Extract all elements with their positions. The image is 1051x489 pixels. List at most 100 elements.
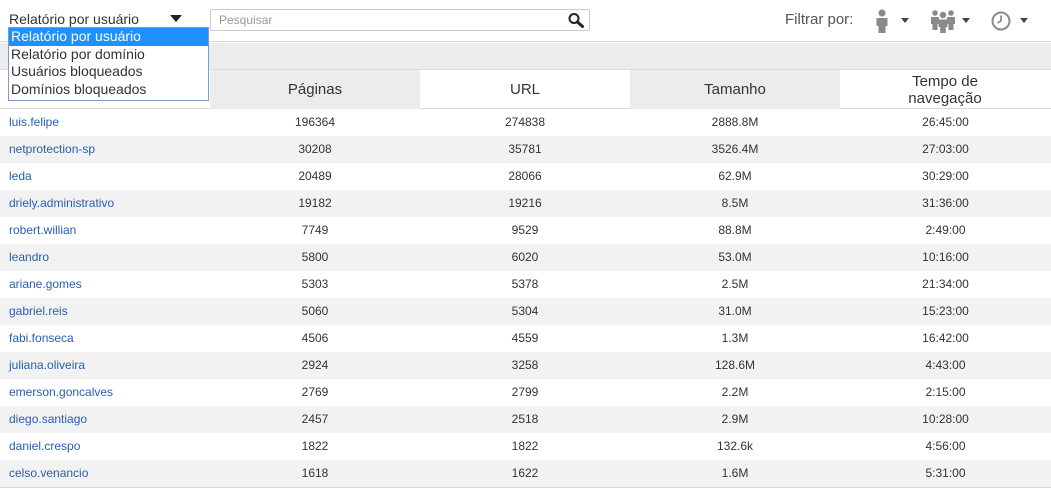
report-type-dropdown: Relatório por usuário Relatório por domí… [8, 27, 209, 101]
url-cell: 35781 [508, 142, 542, 156]
column-header-tamanho[interactable]: Tamanho [630, 70, 840, 109]
tempo-cell: 10:28:00 [922, 412, 969, 426]
paginas-cell: 196364 [294, 115, 336, 129]
table-row: gabriel.reis 5060 5304 31.0M 15:23:00 [0, 298, 1051, 325]
caret-down-icon [901, 18, 909, 23]
search-input[interactable] [211, 10, 561, 30]
user-link[interactable]: robert.willian [0, 217, 210, 244]
tempo-cell: 16:42:00 [922, 331, 969, 345]
url-cell: 2518 [511, 412, 539, 426]
dropdown-option-blocked-users[interactable]: Usuários bloqueados [9, 63, 208, 81]
tamanho-cell: 132.6k [716, 439, 754, 453]
paginas-cell: 20489 [298, 169, 332, 183]
user-link[interactable]: leandro [0, 244, 210, 271]
user-link[interactable]: diego.santiago [0, 406, 210, 433]
group-icon [931, 10, 955, 33]
url-cell: 274838 [504, 115, 546, 129]
tempo-cell: 4:56:00 [925, 439, 966, 453]
user-link[interactable]: juliana.oliveira [0, 352, 210, 379]
tamanho-cell: 2.2M [721, 385, 749, 399]
table-row: ariane.gomes 5303 5378 2.5M 21:34:00 [0, 271, 1051, 298]
paginas-cell: 2457 [301, 412, 329, 426]
column-header-tempo[interactable]: Tempo de navegação [880, 70, 1010, 109]
paginas-cell: 5060 [301, 304, 329, 318]
table-row: fabi.fonseca 4506 4559 1.3M 16:42:00 [0, 325, 1051, 352]
report-type-select[interactable]: Relatório por usuário [9, 10, 189, 28]
tamanho-cell: 2.9M [721, 412, 749, 426]
url-cell: 4559 [511, 331, 539, 345]
table-row: netprotection-sp 30208 35781 3526.4M 27:03:0… [0, 136, 1051, 163]
tamanho-cell: 88.8M [718, 223, 752, 237]
table-row: leda 20489 28066 62.9M 30:29:00 [0, 163, 1051, 190]
dropdown-option-blocked-domains[interactable]: Domínios bloqueados [9, 81, 208, 99]
url-cell: 19216 [508, 196, 542, 210]
tamanho-cell: 128.6M [714, 358, 756, 372]
url-cell: 9529 [511, 223, 539, 237]
user-link[interactable]: celso.venancio [0, 460, 210, 487]
paginas-cell: 30208 [298, 142, 332, 156]
dropdown-option-domain-report[interactable]: Relatório por domínio [9, 46, 208, 64]
url-cell: 3258 [511, 358, 539, 372]
url-cell: 28066 [508, 169, 542, 183]
tempo-cell: 27:03:00 [922, 142, 969, 156]
url-cell: 1822 [511, 439, 539, 453]
tamanho-cell: 31.0M [718, 304, 752, 318]
table-row: leandro 5800 6020 53.0M 10:16:00 [0, 244, 1051, 271]
tempo-cell: 30:29:00 [922, 169, 969, 183]
user-link[interactable]: fabi.fonseca [0, 325, 210, 352]
user-link[interactable]: ariane.gomes [0, 271, 210, 298]
paginas-cell: 5800 [301, 250, 329, 264]
paginas-cell: 2924 [301, 358, 329, 372]
user-link[interactable]: driely.administrativo [0, 190, 210, 217]
paginas-cell: 19182 [298, 196, 332, 210]
paginas-cell: 4506 [301, 331, 329, 345]
filter-group-button[interactable] [929, 8, 973, 34]
filter-time-button[interactable] [990, 8, 1032, 34]
filter-user-button[interactable] [873, 8, 913, 34]
report-type-select-value: Relatório por usuário [9, 11, 139, 27]
table-row: emerson.goncalves 2769 2799 2.2M 2:15:00 [0, 379, 1051, 406]
table-row: celso.venancio 1618 1622 1.6M 5:31:00 [0, 460, 1051, 487]
table-row: robert.willian 7749 9529 88.8M 2:49:00 [0, 217, 1051, 244]
url-cell: 2799 [511, 385, 539, 399]
user-link[interactable]: leda [0, 163, 210, 190]
column-header-url[interactable]: URL [420, 70, 630, 109]
paginas-cell: 1618 [301, 466, 329, 480]
filter-label: Filtrar por: [785, 11, 854, 28]
url-cell: 5304 [511, 304, 539, 318]
paginas-cell: 5303 [301, 277, 329, 291]
user-icon [876, 9, 888, 33]
dropdown-option-user-report[interactable]: Relatório por usuário [9, 28, 208, 46]
search-box [210, 9, 590, 31]
tempo-cell: 2:49:00 [925, 223, 966, 237]
table-row: daniel.crespo 1822 1822 132.6k 4:56:00 [0, 433, 1051, 460]
table-row: diego.santiago 2457 2518 2.9M 10:28:00 [0, 406, 1051, 433]
user-link[interactable]: gabriel.reis [0, 298, 210, 325]
paginas-cell: 7749 [301, 223, 329, 237]
paginas-cell: 1822 [301, 439, 329, 453]
column-header-paginas[interactable]: Páginas [210, 70, 420, 109]
tempo-cell: 2:15:00 [925, 385, 966, 399]
tempo-cell: 31:36:00 [922, 196, 969, 210]
url-cell: 6020 [511, 250, 539, 264]
caret-down-icon [1020, 18, 1028, 23]
user-link[interactable]: emerson.goncalves [0, 379, 210, 406]
divider [0, 487, 1051, 488]
table-row: luis.felipe 196364 274838 2888.8M 26:45:00 [0, 109, 1051, 136]
user-link[interactable]: luis.felipe [0, 109, 210, 136]
tempo-cell: 10:16:00 [922, 250, 969, 264]
user-link[interactable]: daniel.crespo [0, 433, 210, 460]
user-link[interactable]: netprotection-sp [0, 136, 210, 163]
tamanho-cell: 53.0M [718, 250, 752, 264]
paginas-cell: 2769 [301, 385, 329, 399]
tamanho-cell: 1.6M [721, 466, 749, 480]
caret-down-icon [962, 18, 970, 23]
tempo-cell: 4:43:00 [925, 358, 966, 372]
url-cell: 5378 [511, 277, 539, 291]
table-row: juliana.oliveira 2924 3258 128.6M 4:43:00 [0, 352, 1051, 379]
clock-icon [991, 11, 1011, 31]
tamanho-cell: 8.5M [721, 196, 749, 210]
tempo-cell: 21:34:00 [922, 277, 969, 291]
tamanho-cell: 1.3M [721, 331, 749, 345]
search-icon[interactable] [567, 12, 585, 28]
